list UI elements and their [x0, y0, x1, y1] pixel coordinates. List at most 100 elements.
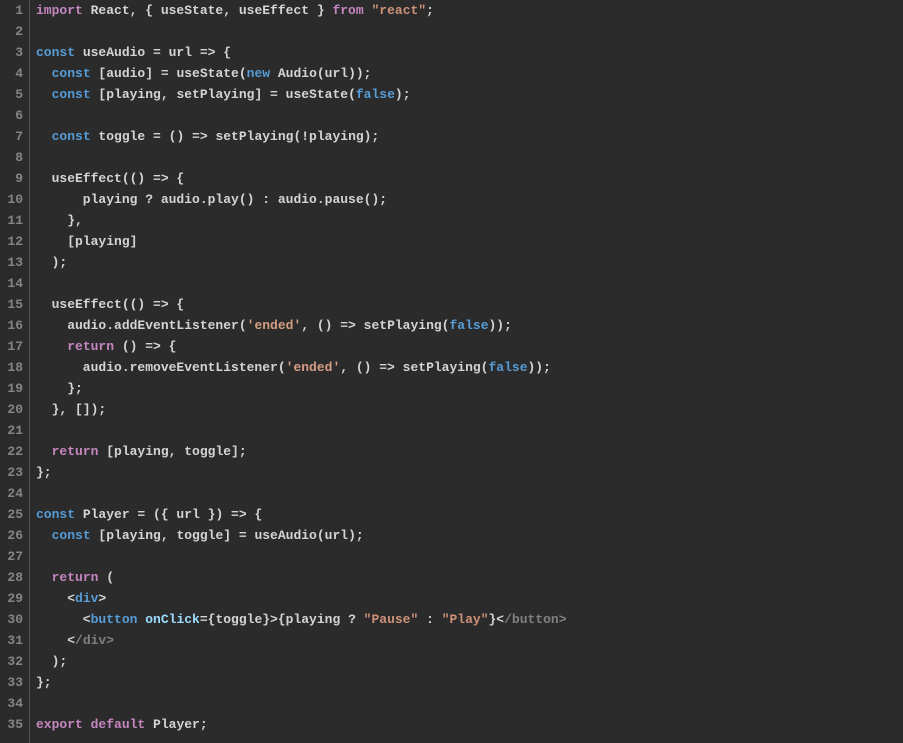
code-token: 'ended'	[286, 360, 341, 375]
code-line[interactable]: export default Player;	[36, 714, 903, 735]
line-number: 33	[4, 672, 23, 693]
line-number: 24	[4, 483, 23, 504]
code-token: audio.removeEventListener(	[36, 360, 286, 375]
code-token: <	[36, 591, 75, 606]
line-number: 17	[4, 336, 23, 357]
line-number: 14	[4, 273, 23, 294]
code-token: 'ended'	[247, 318, 302, 333]
code-line[interactable]	[36, 693, 903, 714]
code-token: <	[36, 633, 75, 648]
code-token: "Pause"	[364, 612, 419, 627]
code-line[interactable]: };	[36, 462, 903, 483]
line-number: 21	[4, 420, 23, 441]
line-number: 2	[4, 21, 23, 42]
code-token: };	[36, 675, 52, 690]
code-line[interactable]: audio.removeEventListener('ended', () =>…	[36, 357, 903, 378]
code-line[interactable]	[36, 546, 903, 567]
code-token: const	[52, 129, 91, 144]
code-line[interactable]: const [audio] = useState(new Audio(url))…	[36, 63, 903, 84]
line-number: 23	[4, 462, 23, 483]
code-token: () => {	[114, 339, 176, 354]
line-number: 9	[4, 168, 23, 189]
line-number: 10	[4, 189, 23, 210]
code-line[interactable]: playing ? audio.play() : audio.pause();	[36, 189, 903, 210]
code-line[interactable]: useEffect(() => {	[36, 294, 903, 315]
code-line[interactable]: );	[36, 651, 903, 672]
code-line[interactable]: const [playing, toggle] = useAudio(url);	[36, 525, 903, 546]
code-editor: 1234567891011121314151617181920212223242…	[0, 0, 903, 743]
code-line[interactable]: };	[36, 672, 903, 693]
code-line[interactable]	[36, 273, 903, 294]
line-number: 30	[4, 609, 23, 630]
code-token: /div>	[75, 633, 114, 648]
code-token	[36, 339, 67, 354]
code-token: false	[449, 318, 488, 333]
code-token	[36, 528, 52, 543]
code-token	[36, 66, 52, 81]
code-token: false	[356, 87, 395, 102]
code-token: (	[98, 570, 114, 585]
code-token: React, { useState, useEffect }	[83, 3, 333, 18]
code-line[interactable]	[36, 21, 903, 42]
code-line[interactable]	[36, 147, 903, 168]
code-line[interactable]: <div>	[36, 588, 903, 609]
code-token: );	[36, 255, 67, 270]
code-line[interactable]: return (	[36, 567, 903, 588]
line-number: 3	[4, 42, 23, 63]
code-line[interactable]: return () => {	[36, 336, 903, 357]
code-line[interactable]: },	[36, 210, 903, 231]
code-line[interactable]: const useAudio = url => {	[36, 42, 903, 63]
line-number: 31	[4, 630, 23, 651]
code-line[interactable]: const toggle = () => setPlaying(!playing…	[36, 126, 903, 147]
code-area[interactable]: import React, { useState, useEffect } fr…	[30, 0, 903, 743]
code-line[interactable]	[36, 420, 903, 441]
code-token: }, []);	[36, 402, 106, 417]
line-number: 28	[4, 567, 23, 588]
code-token: );	[395, 87, 411, 102]
code-token: onClick	[145, 612, 200, 627]
code-line[interactable]: </div>	[36, 630, 903, 651]
code-token: false	[488, 360, 527, 375]
code-line[interactable]: }, []);	[36, 399, 903, 420]
code-token: const	[36, 507, 75, 522]
code-line[interactable]: };	[36, 378, 903, 399]
code-token: return	[52, 444, 99, 459]
line-number: 1	[4, 0, 23, 21]
code-token: <	[36, 612, 91, 627]
code-token	[83, 717, 91, 732]
code-line[interactable]: audio.addEventListener('ended', () => se…	[36, 315, 903, 336]
code-token: playing ? audio.play() : audio.pause();	[36, 192, 387, 207]
code-token	[36, 444, 52, 459]
code-token: return	[67, 339, 114, 354]
code-token: ));	[489, 318, 512, 333]
code-token: ));	[528, 360, 551, 375]
code-line[interactable]: import React, { useState, useEffect } fr…	[36, 0, 903, 21]
code-token: :	[418, 612, 441, 627]
code-token: const	[52, 66, 91, 81]
code-token: ;	[426, 3, 434, 18]
line-number: 16	[4, 315, 23, 336]
line-number: 34	[4, 693, 23, 714]
line-number: 6	[4, 105, 23, 126]
code-token: export	[36, 717, 83, 732]
code-line[interactable]: <button onClick={toggle}>{playing ? "Pau…	[36, 609, 903, 630]
code-line[interactable]	[36, 483, 903, 504]
code-line[interactable]: const [playing, setPlaying] = useState(f…	[36, 84, 903, 105]
code-token: , () => setPlaying(	[301, 318, 449, 333]
code-line[interactable]	[36, 105, 903, 126]
code-token: button	[91, 612, 138, 627]
line-number: 15	[4, 294, 23, 315]
line-number: 4	[4, 63, 23, 84]
code-token: Player;	[145, 717, 207, 732]
code-line[interactable]: return [playing, toggle];	[36, 441, 903, 462]
code-line[interactable]: [playing]	[36, 231, 903, 252]
code-token: );	[36, 654, 67, 669]
line-number: 32	[4, 651, 23, 672]
code-token: default	[91, 717, 146, 732]
code-line[interactable]: useEffect(() => {	[36, 168, 903, 189]
code-token: new	[247, 66, 270, 81]
code-token: "Play"	[442, 612, 489, 627]
code-line[interactable]: const Player = ({ url }) => {	[36, 504, 903, 525]
code-token: },	[36, 213, 83, 228]
code-line[interactable]: );	[36, 252, 903, 273]
